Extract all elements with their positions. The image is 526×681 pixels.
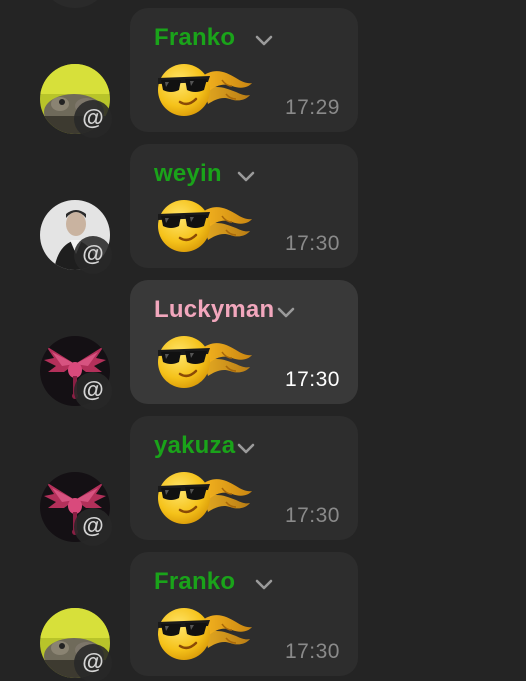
chat-feed: @ Franko 17:29 @ weyin 17:30 @ Luckyman …: [0, 0, 526, 681]
sender-name[interactable]: Franko: [154, 24, 235, 52]
mention-badge[interactable]: @: [74, 236, 112, 274]
message-row: @ Franko 17:30: [0, 552, 526, 681]
cool-sunglasses-face-sticker[interactable]: [156, 330, 256, 392]
message-bubble[interactable]: yakuza 17:30: [130, 416, 358, 540]
previous-avatar-partial: [40, 0, 110, 8]
chevron-down-icon[interactable]: [236, 442, 256, 456]
mention-badge[interactable]: @: [74, 100, 112, 138]
sender-name[interactable]: yakuza: [154, 432, 235, 460]
message-time: 17:30: [284, 368, 340, 391]
message-time: 17:29: [284, 96, 340, 119]
sender-name[interactable]: weyin: [154, 160, 222, 188]
cool-sunglasses-face-sticker[interactable]: [156, 466, 256, 528]
chevron-down-icon[interactable]: [236, 170, 256, 184]
cool-sunglasses-face-sticker[interactable]: [156, 194, 256, 256]
message-time: 17:30: [284, 232, 340, 255]
mention-badge[interactable]: @: [74, 508, 112, 546]
message-bubble[interactable]: Luckyman 17:30: [130, 280, 358, 404]
message-bubble[interactable]: Franko 17:30: [130, 552, 358, 676]
message-time: 17:30: [284, 504, 340, 527]
mention-badge[interactable]: @: [74, 644, 112, 681]
sender-name[interactable]: Franko: [154, 568, 235, 596]
message-row: @ Luckyman 17:30: [0, 280, 526, 416]
chevron-down-icon[interactable]: [276, 306, 296, 320]
chevron-down-icon[interactable]: [254, 34, 274, 48]
cool-sunglasses-face-sticker[interactable]: [156, 602, 256, 664]
cool-sunglasses-face-sticker[interactable]: [156, 58, 256, 120]
chevron-down-icon[interactable]: [254, 578, 274, 592]
mention-badge[interactable]: @: [74, 372, 112, 410]
message-row: @ weyin 17:30: [0, 144, 526, 280]
message-time: 17:30: [284, 640, 340, 663]
sender-name[interactable]: Luckyman: [154, 296, 274, 324]
message-row: @ Franko 17:29: [0, 8, 526, 144]
message-bubble[interactable]: weyin 17:30: [130, 144, 358, 268]
message-bubble[interactable]: Franko 17:29: [130, 8, 358, 132]
message-row: @ yakuza 17:30: [0, 416, 526, 552]
